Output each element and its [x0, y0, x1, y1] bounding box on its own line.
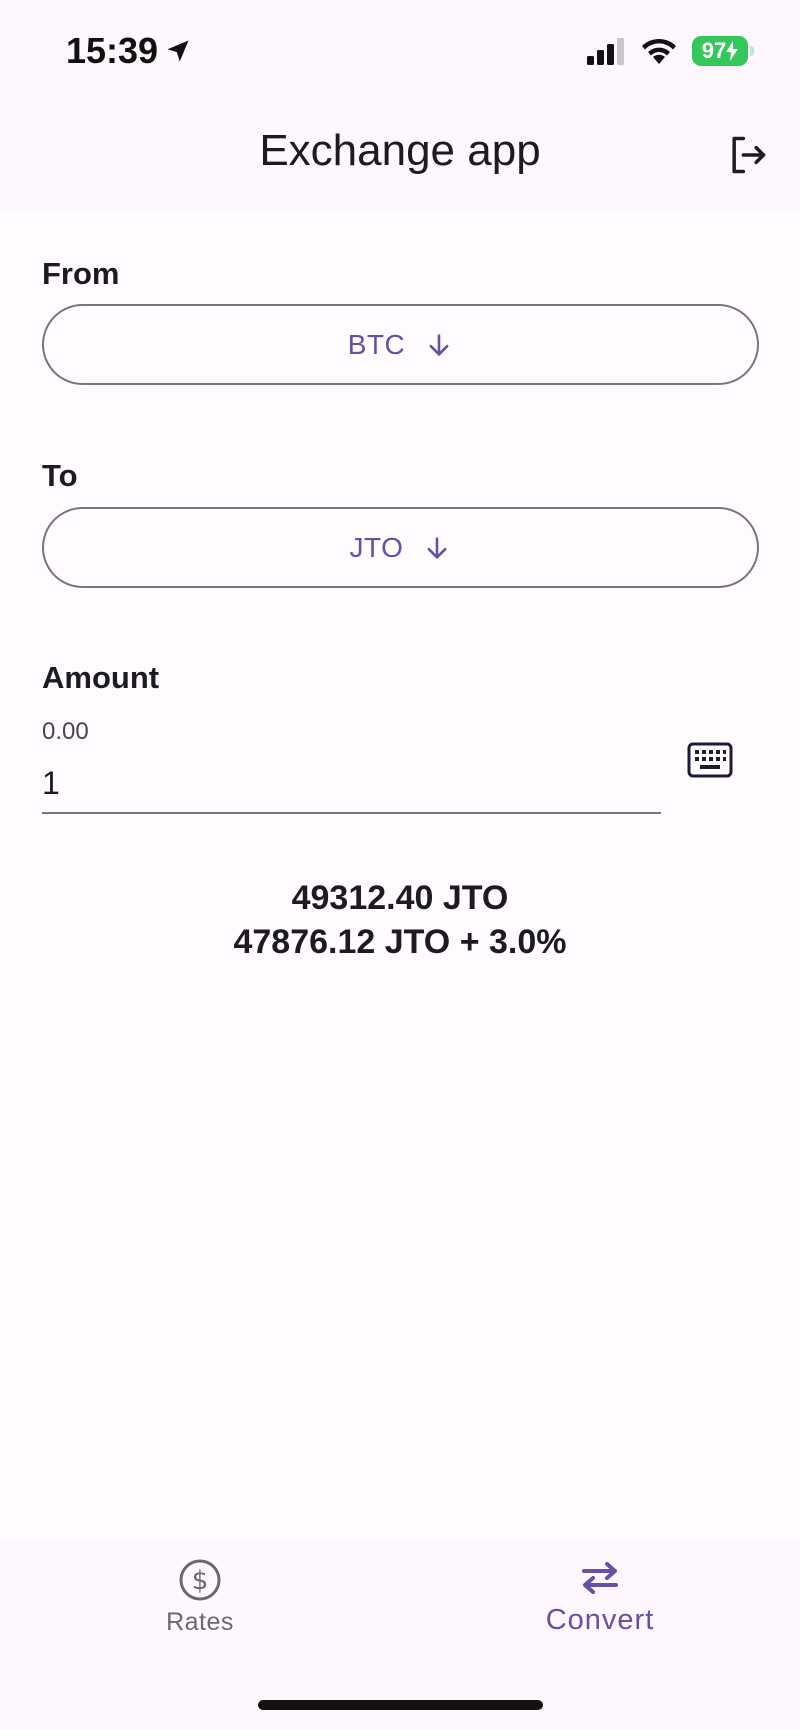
page-title: Exchange app [259, 126, 541, 175]
home-indicator [258, 1700, 543, 1710]
cellular-signal-icon [587, 38, 624, 65]
from-currency-select[interactable]: BTC [42, 304, 759, 385]
keyboard-icon [687, 742, 733, 778]
status-bar: 15:39 97 [0, 0, 800, 100]
status-time: 15:39 [66, 30, 159, 71]
swap-arrows-icon [582, 1562, 618, 1594]
charging-bolt-icon [726, 41, 739, 61]
battery-level: 97 [701, 38, 727, 63]
status-icons: 97 [586, 36, 754, 66]
amount-hint: 0.00 [42, 718, 89, 745]
keyboard-toggle-button[interactable] [686, 740, 734, 780]
result-line-1: 49312.40 JTO [291, 879, 509, 917]
status-time-group: 15:39 [66, 30, 192, 72]
from-currency-value: BTC [347, 328, 406, 360]
battery-cap [750, 46, 754, 56]
to-currency-select[interactable]: JTO [42, 507, 759, 588]
location-arrow-icon [167, 40, 189, 62]
to-currency-value: JTO [349, 531, 404, 563]
conversion-result: 49312.40 JTO 47876.12 JTO + 3.0% [0, 876, 800, 964]
from-label: From [42, 256, 120, 291]
logout-button[interactable] [718, 126, 776, 184]
arrow-down-icon [429, 333, 449, 356]
logout-icon [732, 136, 766, 174]
nav-label-rates: Rates [166, 1608, 234, 1636]
wifi-icon [642, 38, 676, 64]
arrow-down-icon [427, 536, 447, 559]
dollar-circle-icon: $ [179, 1559, 221, 1601]
to-label: To [42, 458, 78, 493]
svg-text:$: $ [192, 1566, 209, 1596]
nav-item-convert[interactable]: Convert [500, 1558, 700, 1637]
amount-label: Amount [42, 660, 160, 695]
app-bar: Exchange app [0, 100, 800, 210]
nav-label-convert: Convert [545, 1604, 655, 1636]
battery-indicator: 97 [692, 36, 754, 66]
nav-item-rates[interactable]: $ Rates [100, 1558, 300, 1637]
result-line-2: 47876.12 JTO + 3.0% [233, 923, 567, 961]
amount-input[interactable] [42, 754, 661, 814]
